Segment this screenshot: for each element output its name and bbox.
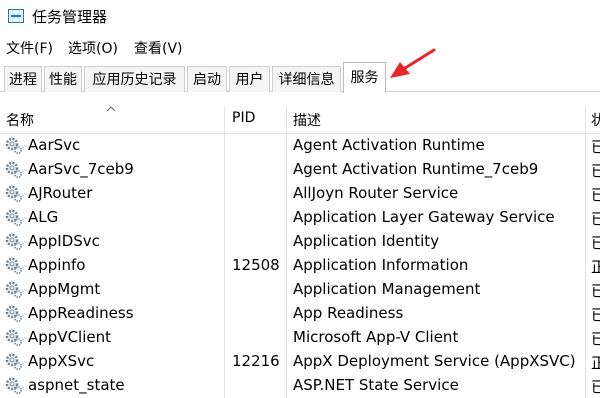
table-row[interactable]: AJRouter AllJoyn Router Service 已 <box>0 182 600 206</box>
chevron-up-icon <box>106 106 116 112</box>
service-status: 已 <box>591 330 600 348</box>
service-name: AarSvc <box>28 136 81 154</box>
table-row[interactable]: AppReadiness App Readiness 已 <box>0 302 600 326</box>
tab-performance[interactable]: 性能 <box>44 66 82 92</box>
tab-details[interactable]: 详细信息 <box>272 66 341 92</box>
service-name: Appinfo <box>28 256 86 274</box>
service-status: 已 <box>591 162 600 180</box>
menu-options[interactable]: 选项(O) <box>68 38 118 58</box>
table-row[interactable]: AppMgmt Application Management 已 <box>0 278 600 302</box>
tab-startup[interactable]: 启动 <box>187 66 227 92</box>
gear-icon <box>5 305 23 323</box>
title-bar: 任务管理器 <box>0 0 600 34</box>
red-arrow-icon <box>390 48 436 78</box>
table-row[interactable]: AarSvc Agent Activation Runtime 已 <box>0 134 600 158</box>
window-title: 任务管理器 <box>32 8 108 26</box>
menu-view[interactable]: 查看(V) <box>134 38 183 58</box>
service-name: AppXSvc <box>28 352 95 370</box>
service-description: Microsoft App-V Client <box>293 328 459 346</box>
service-status: 已 <box>591 282 600 300</box>
service-status: 已 <box>591 210 600 228</box>
service-description: Application Information <box>293 256 469 274</box>
service-description: AppX Deployment Service (AppXSVC) <box>293 352 576 370</box>
service-status: 已 <box>591 378 600 396</box>
gear-icon <box>5 185 23 203</box>
service-status: 已 <box>591 186 600 204</box>
column-header-status[interactable]: 状 <box>591 110 600 130</box>
tab-app-history[interactable]: 应用历史记录 <box>84 66 185 92</box>
menu-file[interactable]: 文件(F) <box>6 38 53 58</box>
gear-icon <box>5 257 23 275</box>
table-row[interactable]: AppIDSvc Application Identity 已 <box>0 230 600 254</box>
service-description: Agent Activation Runtime_7ceb9 <box>293 160 539 178</box>
gear-icon <box>5 137 23 155</box>
service-status: 已 <box>591 306 600 324</box>
gear-icon <box>5 353 23 371</box>
service-name: AJRouter <box>28 184 93 202</box>
service-description: Agent Activation Runtime <box>293 136 485 154</box>
menu-bar: 文件(F) 选项(O) 查看(V) <box>0 36 600 60</box>
column-header-name[interactable]: 名称 <box>6 110 34 130</box>
gear-icon <box>5 209 23 227</box>
service-description: App Readiness <box>293 304 404 322</box>
column-header-description[interactable]: 描述 <box>293 110 321 130</box>
service-name: AppVClient <box>28 328 111 346</box>
task-manager-icon <box>8 9 24 23</box>
table-row[interactable]: AppXSvc 12216 AppX Deployment Service (App… <box>0 350 600 374</box>
table-row[interactable]: aspnet_state ASP.NET State Service 已 <box>0 374 600 398</box>
service-pid: 12508 <box>232 256 280 274</box>
service-name: aspnet_state <box>28 376 125 394</box>
service-description: ASP.NET State Service <box>293 376 459 394</box>
service-name: AppReadiness <box>28 304 134 322</box>
service-description: Application Management <box>293 280 481 298</box>
tab-users[interactable]: 用户 <box>229 66 270 92</box>
service-status: 已 <box>591 234 600 252</box>
table-row[interactable]: AppVClient Microsoft App-V Client 已 <box>0 326 600 350</box>
service-pid: 12216 <box>232 352 280 370</box>
service-status: 正 <box>591 354 600 372</box>
table-row[interactable]: Appinfo 12508 Application Information 正 <box>0 254 600 278</box>
gear-icon <box>5 329 23 347</box>
service-description: Application Identity <box>293 232 440 250</box>
service-name: AppMgmt <box>28 280 101 298</box>
service-description: Application Layer Gateway Service <box>293 208 555 226</box>
service-description: AllJoyn Router Service <box>293 184 459 202</box>
service-name: ALG <box>28 208 59 226</box>
gear-icon <box>5 281 23 299</box>
service-name: AarSvc_7ceb9 <box>28 160 134 178</box>
services-table: AarSvc Agent Activation Runtime 已 AarSvc_7c… <box>0 134 600 398</box>
tab-processes[interactable]: 进程 <box>4 66 42 92</box>
table-row[interactable]: ALG Application Layer Gateway Service 已 <box>0 206 600 230</box>
service-name: AppIDSvc <box>28 232 100 250</box>
column-header-pid[interactable]: PID <box>232 110 255 126</box>
column-header-row: 名称 PID 描述 状 <box>0 106 600 134</box>
gear-icon <box>5 233 23 251</box>
tab-bar: 进程 性能 应用历史记录 启动 用户 详细信息 服务 <box>0 62 600 93</box>
service-status: 已 <box>591 138 600 156</box>
table-row[interactable]: AarSvc_7ceb9 Agent Activation Runtime_7ce… <box>0 158 600 182</box>
gear-icon <box>5 161 23 179</box>
service-status: 正 <box>591 258 600 276</box>
gear-icon <box>5 377 23 395</box>
